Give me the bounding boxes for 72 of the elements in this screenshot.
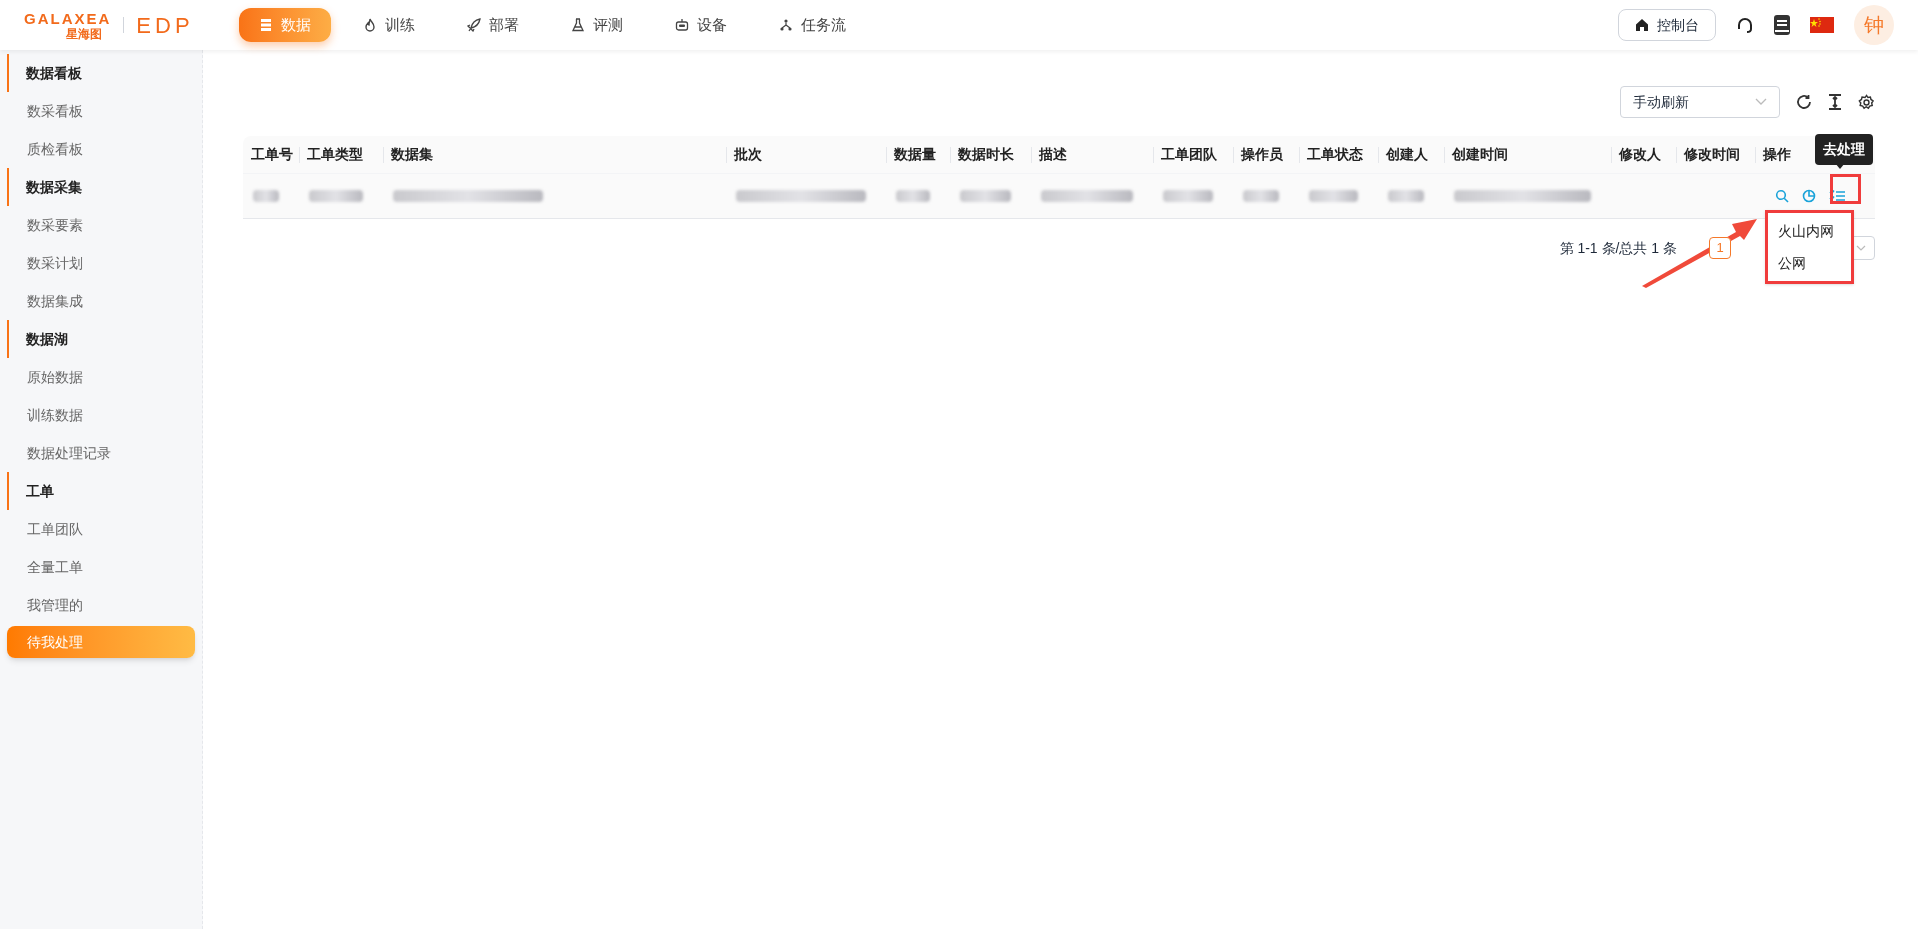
sidebar-item[interactable]: 数采看板 xyxy=(7,92,195,130)
nav-tab[interactable]: 训练 xyxy=(343,8,435,42)
column-header: 批次 xyxy=(734,145,762,164)
logo-subtitle: 星海图 xyxy=(64,27,102,40)
flame-icon xyxy=(363,18,377,32)
column-header: 创建人 xyxy=(1386,145,1428,164)
headset-icon[interactable] xyxy=(1736,16,1754,34)
product-name: EDP xyxy=(136,11,194,40)
pagination-summary: 第 1-1 条/总共 1 条 xyxy=(1559,238,1677,258)
flag-icon[interactable] xyxy=(1810,17,1834,33)
dropdown-item[interactable]: 火山内网 xyxy=(1768,215,1851,247)
column-header: 修改人 xyxy=(1619,145,1661,164)
sidebar-section-title: 数据看板 xyxy=(7,54,195,92)
nav-tab[interactable]: 评测 xyxy=(551,8,643,42)
pie-chart-icon[interactable] xyxy=(1802,189,1816,203)
sidebar-item[interactable]: 数据集成 xyxy=(7,282,195,320)
blurred-text xyxy=(960,190,1011,202)
sidebar-item[interactable]: 工单团队 xyxy=(7,510,195,548)
blurred-text xyxy=(1163,190,1213,202)
sidebar-item[interactable]: 原始数据 xyxy=(7,358,195,396)
column-header: 操作员 xyxy=(1241,145,1283,164)
sidebar-section-title: 数据采集 xyxy=(7,168,195,206)
sidebar-item[interactable]: 数据处理记录 xyxy=(7,434,195,472)
checklist-icon[interactable] xyxy=(1829,189,1846,203)
blurred-text xyxy=(1388,190,1424,202)
search-icon[interactable] xyxy=(1775,189,1789,203)
column-header: 工单号 xyxy=(251,145,293,164)
sidebar-section-title: 数据湖 xyxy=(7,320,195,358)
column-header: 创建时间 xyxy=(1452,145,1508,164)
sidebar-item[interactable]: 数采要素 xyxy=(7,206,195,244)
column-header: 工单团队 xyxy=(1161,145,1217,164)
refresh-icon[interactable] xyxy=(1796,94,1812,110)
column-height-icon[interactable] xyxy=(1828,94,1842,110)
book-icon[interactable] xyxy=(1774,15,1790,35)
chevron-down-icon xyxy=(1755,98,1767,106)
home-icon xyxy=(1635,18,1649,32)
nav-tab[interactable]: 任务流 xyxy=(759,8,866,42)
blurred-text xyxy=(896,190,930,202)
tooltip: 去处理 xyxy=(1815,134,1873,165)
sidebar-item[interactable]: 数采计划 xyxy=(7,244,195,282)
nav-tab[interactable]: 设备 xyxy=(655,8,747,42)
robot-icon xyxy=(675,18,689,32)
blurred-text xyxy=(253,190,279,202)
column-header: 数据时长 xyxy=(958,145,1014,164)
blurred-text xyxy=(1309,190,1358,202)
sidebar-item[interactable]: 我管理的 xyxy=(7,586,195,624)
logo-text: GALAXEA xyxy=(24,10,112,26)
blurred-text xyxy=(1243,190,1279,202)
console-button[interactable]: 控制台 xyxy=(1618,9,1716,41)
dropdown-item[interactable]: 公网 xyxy=(1768,247,1851,279)
blurred-text xyxy=(309,190,363,202)
column-header: 工单状态 xyxy=(1307,145,1363,164)
column-header: 修改时间 xyxy=(1684,145,1740,164)
chevron-down-icon xyxy=(1856,245,1866,251)
column-header: 工单类型 xyxy=(307,145,363,164)
flask-icon xyxy=(571,18,585,32)
refresh-mode-select[interactable]: 手动刷新 xyxy=(1620,86,1780,118)
rocket-icon xyxy=(467,18,481,32)
column-header: 描述 xyxy=(1039,145,1067,164)
column-header: 操作 xyxy=(1763,145,1791,164)
column-header: 数据量 xyxy=(894,145,936,164)
database-icon xyxy=(259,18,273,32)
sidebar-item[interactable]: 全量工单 xyxy=(7,548,195,586)
sidebar-item[interactable]: 质检看板 xyxy=(7,130,195,168)
column-header: 数据集 xyxy=(391,145,433,164)
settings-icon[interactable] xyxy=(1858,93,1875,111)
nav-tab[interactable]: 部署 xyxy=(447,8,539,42)
highlight-frame xyxy=(1830,174,1861,204)
tooltip-pointer-icon xyxy=(1835,163,1845,169)
flow-icon xyxy=(779,18,793,32)
sidebar-item[interactable]: 训练数据 xyxy=(7,396,195,434)
sidebar-section-title: 工单 xyxy=(7,472,195,510)
